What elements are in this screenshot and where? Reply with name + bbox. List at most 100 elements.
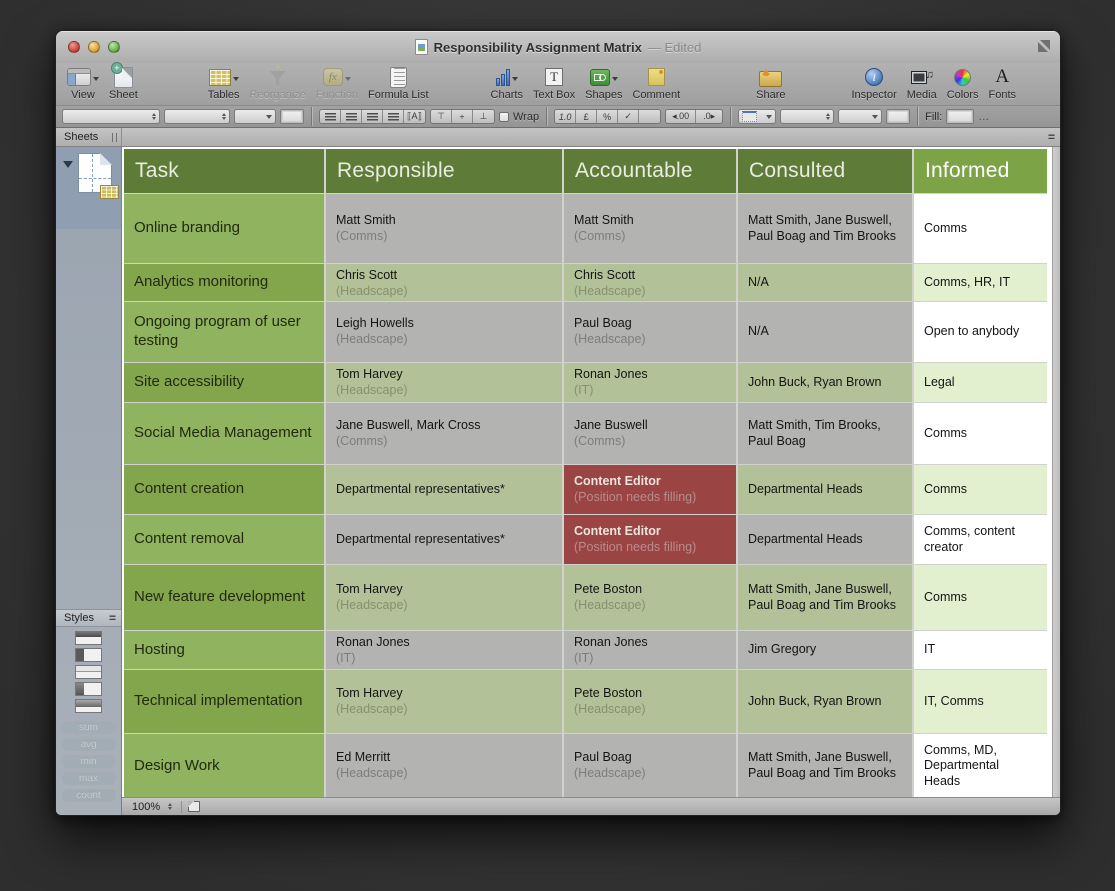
toolbar-sheet[interactable]: Sheet [104,61,143,102]
format-dropdown-button[interactable] [639,110,661,123]
cell-task[interactable]: Content creation [124,465,324,514]
align-justify-button[interactable] [383,110,404,123]
column-header-accountable[interactable]: Accountable [564,149,736,193]
style-thumbnail[interactable] [75,699,102,713]
cell-informed[interactable]: Open to anybody [914,302,1047,362]
cell-responsible[interactable]: Ed Merritt (Headscape) [326,734,562,797]
toolbar-tables[interactable]: Tables [203,65,245,102]
toolbar-share[interactable]: Share [751,65,790,102]
zoom-button[interactable] [108,41,120,53]
toolbar-inspector[interactable]: i Inspector [847,65,902,102]
cell-responsible[interactable]: Jane Buswell, Mark Cross (Comms) [326,403,562,464]
cell-accountable[interactable]: Paul Boag (Headscape) [564,734,736,797]
avg-button[interactable]: avg [61,738,116,751]
border-color-well[interactable] [886,109,911,124]
valign-bottom-button[interactable]: ⊥ [473,110,494,123]
toolbar-function[interactable]: fx Function [311,65,363,102]
cell-informed[interactable]: Comms [914,565,1047,630]
text-color-well[interactable] [280,109,304,124]
cell-accountable[interactable]: Content Editor (Position needs filling) [564,465,736,514]
font-family-select[interactable] [62,109,160,124]
percent-format-button[interactable]: % [597,110,619,123]
handle-icon[interactable]: = [1048,131,1055,143]
cell-task[interactable]: New feature development [124,565,324,630]
cell-task[interactable]: Content removal [124,515,324,564]
close-button[interactable] [68,41,80,53]
cell-responsible[interactable]: Matt Smith (Comms) [326,194,562,263]
cell-informed[interactable]: Comms [914,465,1047,514]
cell-task[interactable]: Online branding [124,194,324,263]
minimize-button[interactable] [88,41,100,53]
valign-top-button[interactable]: ⊤ [431,110,452,123]
cell-responsible[interactable]: Departmental representatives* [326,515,562,564]
cell-task[interactable]: Analytics monitoring [124,264,324,301]
cell-consulted[interactable]: N/A [738,264,912,301]
style-thumbnail[interactable] [75,648,102,662]
font-typeface-select[interactable] [164,109,230,124]
cell-informed[interactable]: Comms, MD, Departmental Heads [914,734,1047,797]
cell-accountable[interactable]: Paul Boag (Headscape) [564,302,736,362]
spreadsheet-canvas[interactable]: Task Responsible Accountable Consulted Infor… [122,147,1060,797]
style-thumbnail[interactable] [75,631,102,645]
align-left-button[interactable] [320,110,341,123]
valign-middle-button[interactable]: ⧾ [452,110,473,123]
cell-responsible[interactable]: Tom Harvey (Headscape) [326,670,562,733]
cell-task[interactable]: Ongoing program of user testing [124,302,324,362]
style-thumbnail[interactable] [75,682,102,696]
cell-consulted[interactable]: Jim Gregory [738,631,912,669]
decrease-decimal-button[interactable]: ◂.00 [666,110,697,123]
border-line-select[interactable] [838,109,883,124]
align-auto-button[interactable]: ⟦A⟧ [404,110,425,123]
handle-icon[interactable]: = [109,612,116,624]
cell-consulted[interactable]: Matt Smith, Jane Buswell, Paul Boag and … [738,565,912,630]
border-style-select[interactable] [738,109,777,124]
vertical-scrollbar[interactable] [1052,147,1060,797]
toolbar-charts[interactable]: Charts [486,65,528,102]
cell-accountable[interactable]: Chris Scott (Headscape) [564,264,736,301]
zoom-stepper[interactable] [166,801,175,812]
cell-consulted[interactable]: N/A [738,302,912,362]
cell-task[interactable]: Social Media Management [124,403,324,464]
toolbar-shapes[interactable]: Shapes [580,65,627,102]
cell-informed[interactable]: IT [914,631,1047,669]
cell-responsible[interactable]: Ronan Jones (IT) [326,631,562,669]
cell-informed[interactable]: Comms [914,194,1047,263]
cell-consulted[interactable]: John Buck, Ryan Brown [738,363,912,402]
style-thumbnail[interactable] [75,665,102,679]
sheets-panel-header[interactable]: Sheets [56,128,122,146]
cell-informed[interactable]: Legal [914,363,1047,402]
sum-button[interactable]: sum [61,721,116,734]
cell-consulted[interactable]: Departmental Heads [738,515,912,564]
table-thumbnail-icon[interactable] [100,185,119,199]
align-right-button[interactable] [362,110,383,123]
cell-task[interactable]: Hosting [124,631,324,669]
cell-consulted[interactable]: John Buck, Ryan Brown [738,670,912,733]
cell-informed[interactable]: Comms, HR, IT [914,264,1047,301]
cell-responsible[interactable]: Tom Harvey (Headscape) [326,363,562,402]
checkbox-format-button[interactable]: ✓ [618,110,640,123]
align-center-button[interactable] [341,110,362,123]
toolbar-view[interactable]: View [62,65,104,102]
min-button[interactable]: min [61,755,116,768]
column-header-informed[interactable]: Informed [914,149,1047,193]
toolbar-text-box[interactable]: T Text Box [528,65,580,102]
sheet-list-item[interactable] [56,147,121,229]
max-button[interactable]: max [61,772,116,785]
wrap-checkbox[interactable] [499,111,509,122]
font-size-select[interactable] [234,109,276,124]
number-format-button[interactable]: 1.0 [555,110,577,123]
count-button[interactable]: count [61,789,116,802]
toolbar-colors[interactable]: Colors [942,65,984,102]
toolbar-media[interactable]: Media [902,65,942,102]
currency-format-button[interactable]: £ [576,110,598,123]
cell-informed[interactable]: Comms, content creator [914,515,1047,564]
cell-informed[interactable]: IT, Comms [914,670,1047,733]
cell-task[interactable]: Design Work [124,734,324,797]
cell-task[interactable]: Technical implementation [124,670,324,733]
cell-responsible[interactable]: Departmental representatives* [326,465,562,514]
cell-informed[interactable]: Comms [914,403,1047,464]
cell-responsible[interactable]: Tom Harvey (Headscape) [326,565,562,630]
title-bar[interactable]: Responsibility Assignment Matrix — Edite… [56,31,1060,63]
border-width-select[interactable] [780,109,835,124]
cell-consulted[interactable]: Matt Smith, Tim Brooks, Paul Boag [738,403,912,464]
